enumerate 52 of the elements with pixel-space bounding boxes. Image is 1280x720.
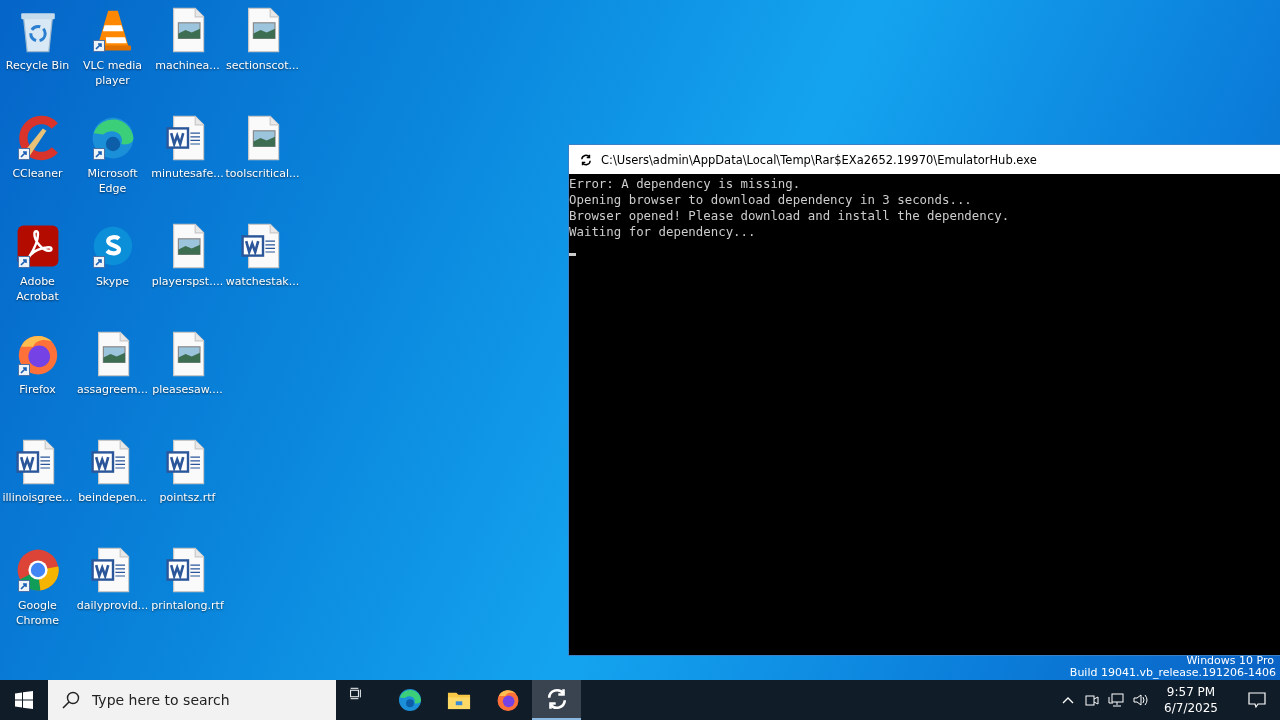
search-bar[interactable]: Type here to search <box>48 680 336 720</box>
shortcut-arrow-icon <box>17 256 30 268</box>
refresh-icon <box>547 687 566 711</box>
taskbar-app-button[interactable] <box>532 680 581 720</box>
icon-label: pleasesaw.... <box>152 382 223 397</box>
icon-label: pointsz.rtf <box>159 490 216 505</box>
icon-label: dailyprovid... <box>76 598 149 613</box>
firefox-icon <box>497 690 518 712</box>
console-line: Error: A dependency is missing. <box>569 176 802 192</box>
search-icon[interactable] <box>62 691 80 709</box>
icon-label: Microsoft Edge <box>86 166 139 196</box>
icon-label: assagreem... <box>77 382 148 397</box>
icon-label: playerspst.... <box>151 274 224 289</box>
window-title: C:\Users\admin\AppData\Local\Temp\Rar$EXa2652.19970\EmulatorHub.exe <box>601 152 1037 167</box>
shortcut-arrow-icon <box>92 256 105 268</box>
edition-text: Windows 10 Pro <box>1186 655 1274 666</box>
icon-label: beindepen... <box>78 490 147 505</box>
build-text: Build 19041.vb_release.191206-1406 <box>1069 666 1276 679</box>
folder-icon <box>447 692 470 710</box>
console-line: Browser opened! Please download and install the dependency. <box>569 208 1011 224</box>
network-icon[interactable] <box>1108 692 1125 708</box>
icon-label: VLC media player <box>81 58 144 88</box>
icon-label: minutesafe... <box>151 166 224 181</box>
text-cursor <box>569 253 576 256</box>
edge-icon <box>398 688 421 712</box>
icon-label: CCleaner <box>12 166 63 181</box>
icon-label: Firefox <box>19 382 56 397</box>
clock-time[interactable]: 9:57 PM <box>1166 684 1216 700</box>
icon-label: Google Chrome <box>14 598 61 628</box>
console-line: Waiting for dependency... <box>569 224 757 240</box>
shortcut-arrow-icon <box>17 364 30 376</box>
clock-date[interactable]: 6/7/2025 <box>1164 700 1218 716</box>
console-line: Opening browser to download dependency in 3 seconds... <box>569 192 973 208</box>
icon-label: Adobe Acrobat <box>15 274 60 304</box>
shortcut-arrow-icon <box>92 40 105 52</box>
icon-label: illinoisgree... <box>2 490 73 505</box>
icon-label: Skype <box>95 274 130 289</box>
windows-logo-icon[interactable] <box>15 691 33 709</box>
volume-icon[interactable] <box>1132 692 1149 708</box>
shortcut-arrow-icon <box>17 580 30 592</box>
task-view-icon <box>349 687 361 700</box>
shortcut-arrow-icon <box>17 148 30 160</box>
icon-label: sectionscot... <box>226 58 299 73</box>
camera-icon[interactable] <box>1084 692 1101 708</box>
search-field[interactable]: Type here to search <box>90 691 314 709</box>
icon-label: Recycle Bin <box>5 58 70 73</box>
shortcut-arrow-icon <box>92 148 105 160</box>
icon-label: toolscritical... <box>225 166 300 181</box>
icon-label: printalong.rtf <box>151 598 224 613</box>
icon-label: machinea... <box>155 58 220 73</box>
refresh-icon <box>579 152 593 167</box>
icon-label: watchestak... <box>225 274 300 289</box>
